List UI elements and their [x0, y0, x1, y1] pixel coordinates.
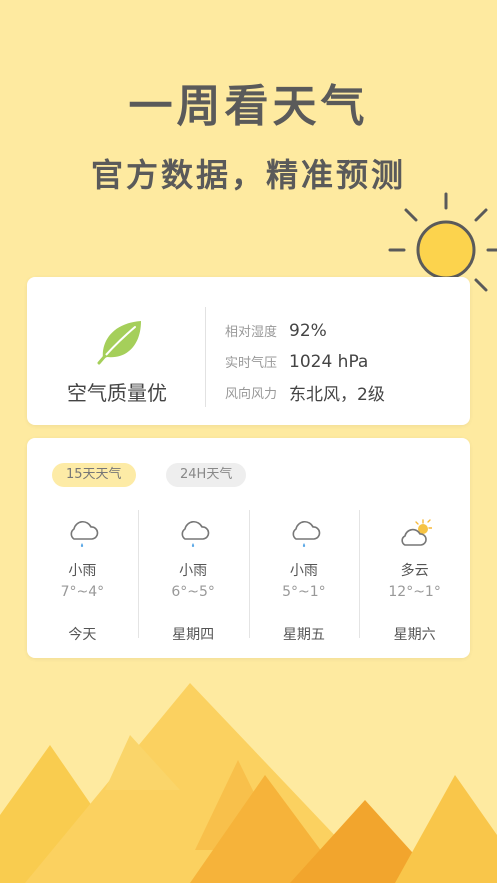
forecast-day-name: 星期五	[282, 627, 325, 643]
headline-title: 一周看天气	[128, 81, 369, 132]
air-quality-card: 空气质量优 相对湿度 92% 实时气压 1024 hPa 风向风力 东北风，2级	[27, 277, 470, 425]
forecast-temp: 5°~1°	[282, 584, 326, 600]
humidity-row: 相对湿度 92%	[225, 315, 385, 346]
rain-cloud-icon	[181, 521, 210, 547]
pressure-row: 实时气压 1024 hPa	[225, 346, 385, 377]
divider	[205, 307, 206, 407]
weather-stats: 相对湿度 92% 实时气压 1024 hPa 风向风力 东北风，2级	[225, 315, 385, 408]
forecast-temp: 6°~5°	[171, 584, 215, 600]
air-quality-section: 空气质量优	[27, 277, 207, 425]
wind-value: 东北风，2级	[289, 385, 385, 405]
forecast-condition: 小雨	[289, 563, 318, 579]
forecast-temp: 7°~4°	[60, 584, 105, 600]
forecast-condition: 多云	[400, 563, 429, 579]
rain-cloud-icon	[70, 521, 99, 547]
tab-24-hour[interactable]: 24H天气	[166, 463, 247, 487]
forecast-day-name: 星期六	[393, 627, 436, 643]
forecast-condition: 小雨	[68, 563, 97, 579]
pressure-value: 1024 hPa	[289, 351, 369, 372]
humidity-value: 92%	[289, 320, 327, 341]
wind-row: 风向风力 东北风，2级	[225, 377, 385, 408]
rain-cloud-icon	[292, 521, 321, 547]
air-quality-label: 空气质量优	[67, 381, 167, 405]
wind-label: 风向风力	[225, 387, 278, 402]
pressure-label: 实时气压	[225, 356, 278, 371]
forecast-day[interactable]: 多云 12°~1° 星期六	[359, 508, 470, 643]
forecast-temp: 12°~1°	[388, 584, 441, 600]
forecast-days: 小雨 7°~4° 今天 小雨 6°~5° 星期四 小雨 5°~1° 星期五 多云…	[27, 508, 470, 643]
forecast-day[interactable]: 小雨 7°~4° 今天	[27, 508, 138, 643]
forecast-day[interactable]: 小雨 5°~1° 星期五	[248, 508, 360, 643]
partly-cloudy-icon	[401, 519, 432, 546]
forecast-card: 15天天气 24H天气 小雨 7°~4° 今天 小雨 6°~5° 星期四 小雨 …	[27, 438, 470, 658]
forecast-day-name: 星期四	[172, 627, 215, 643]
humidity-label: 相对湿度	[225, 325, 278, 340]
forecast-condition: 小雨	[179, 563, 208, 579]
mountain-illustration	[0, 683, 497, 883]
forecast-day-name: 今天	[68, 627, 97, 643]
forecast-day[interactable]: 小雨 6°~5° 星期四	[137, 508, 249, 643]
tab-15-day[interactable]: 15天天气	[52, 463, 136, 487]
leaf-icon	[97, 321, 141, 365]
